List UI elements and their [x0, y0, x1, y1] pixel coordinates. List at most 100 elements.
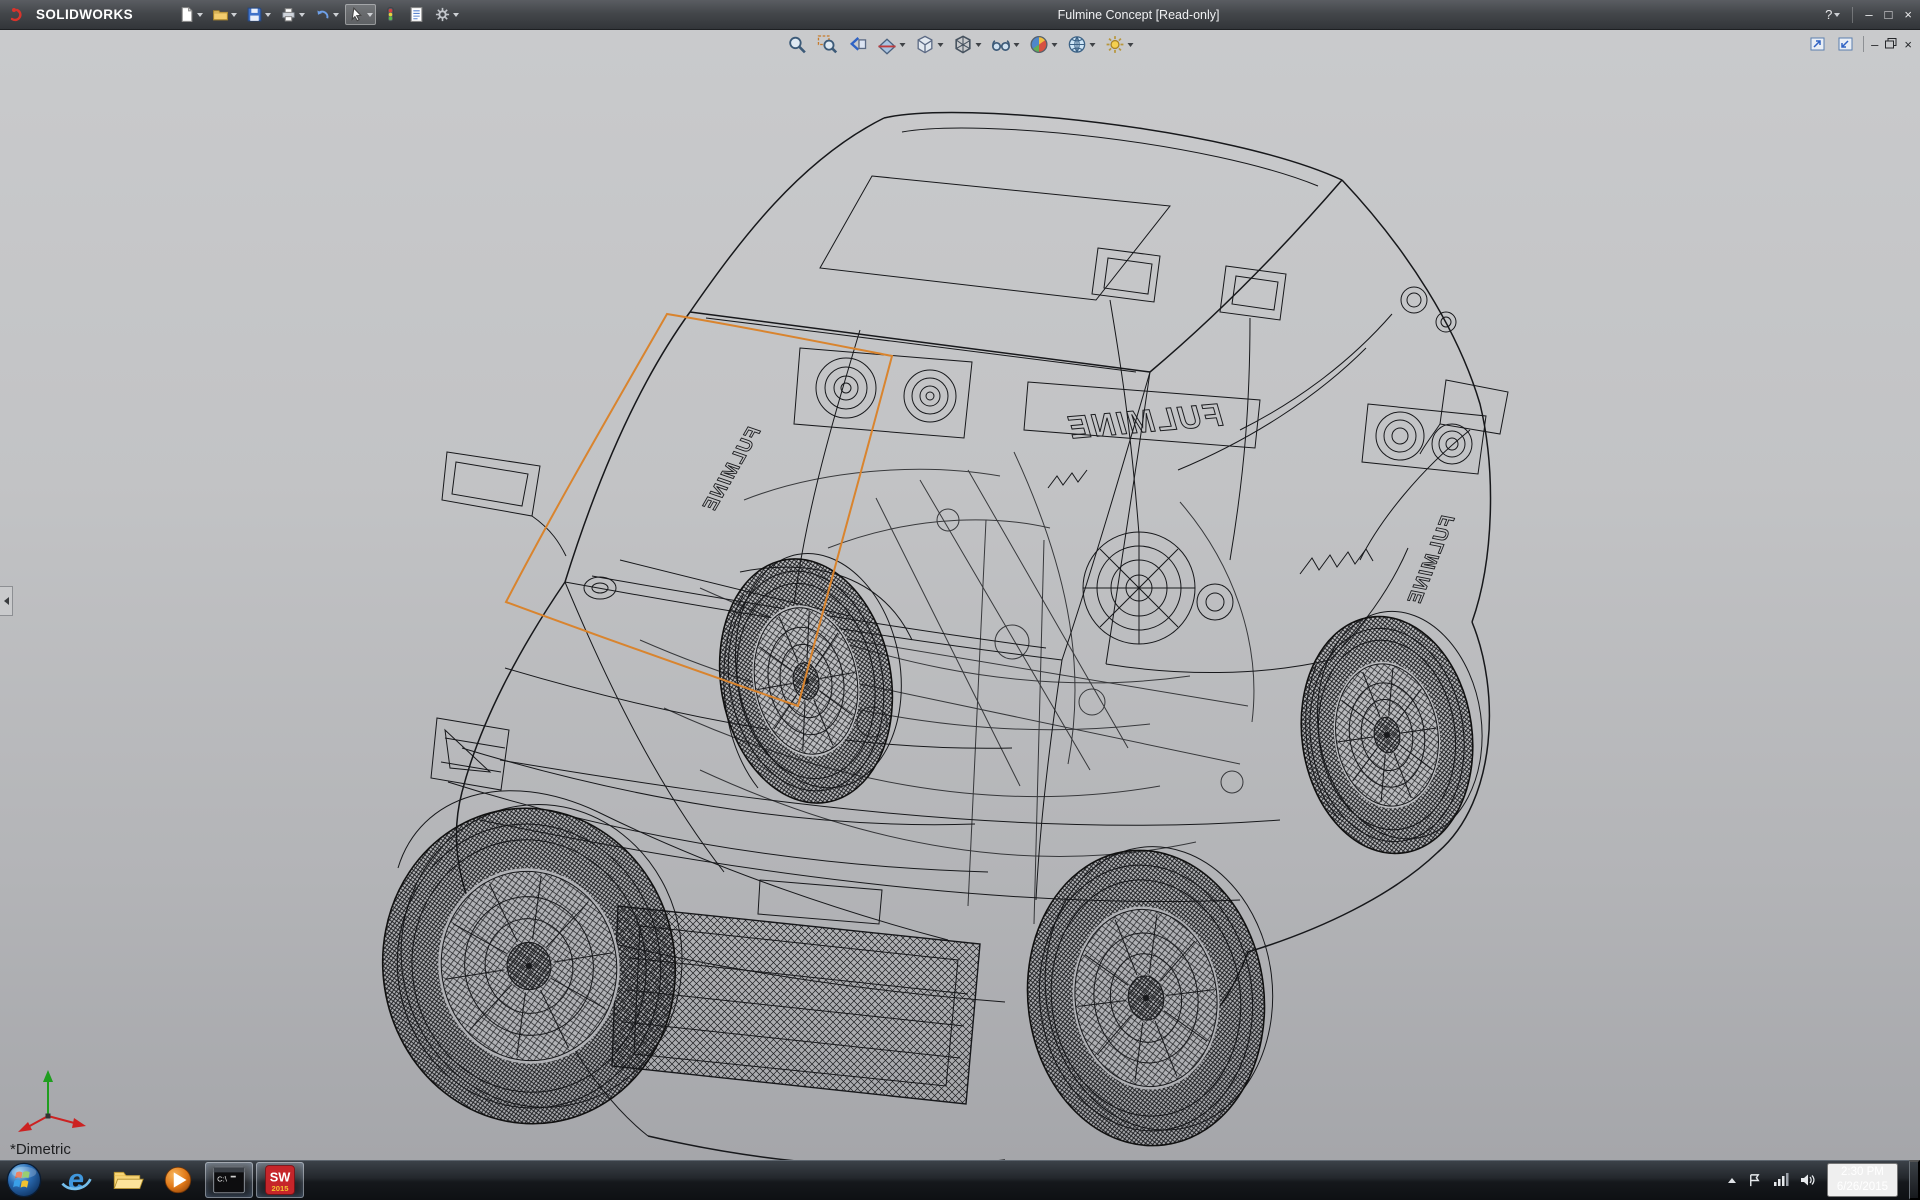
rebuild-icon — [382, 6, 399, 23]
solidworks-brand: SOLIDWORKS — [8, 5, 133, 25]
hidden-icons-button[interactable] — [1728, 1178, 1736, 1183]
dropdown-caret-icon[interactable] — [299, 13, 305, 17]
dropdown-caret-icon[interactable] — [1052, 43, 1058, 47]
view-settings-button[interactable] — [1102, 32, 1137, 57]
zoom-to-fit-icon — [787, 34, 808, 55]
internet-explorer-icon: e — [58, 1162, 94, 1198]
file-properties-icon — [408, 6, 425, 23]
maximize-button[interactable]: □ — [1885, 8, 1893, 21]
taskbar-app-file-explorer[interactable] — [103, 1162, 151, 1198]
dropdown-caret-icon[interactable] — [197, 13, 203, 17]
close-button[interactable]: × — [1904, 8, 1912, 21]
wheel-wireframe — [1286, 601, 1498, 865]
view-orientation-button[interactable] — [912, 32, 947, 57]
model-badge-front: FULMINE — [1066, 396, 1225, 445]
command-prompt-icon: C:\ — [212, 1164, 246, 1196]
display-style-button[interactable] — [950, 32, 985, 57]
dropdown-caret-icon[interactable] — [265, 13, 271, 17]
apply-scene-button[interactable] — [1064, 32, 1099, 57]
view-orientation-label: *Dimetric — [10, 1141, 71, 1158]
solidworks-app-icon: SW 2015 — [263, 1163, 297, 1197]
taskbar-app-solidworks[interactable]: SW 2015 — [256, 1162, 304, 1198]
model-badge-right-sill: FULMINE — [1404, 512, 1459, 608]
zoom-to-fit-button[interactable] — [784, 32, 811, 57]
network-button[interactable] — [1773, 1173, 1789, 1187]
taskbar-clock[interactable]: 2:30 PM 6/26/2015 — [1827, 1163, 1898, 1197]
options-button[interactable] — [431, 4, 462, 25]
wireframe-svg: FULMINE FULMINE FULMINE — [0, 30, 1920, 1160]
document-window-controls: – × — [1807, 35, 1912, 53]
dropdown-caret-icon[interactable] — [1128, 43, 1134, 47]
svg-text:e: e — [68, 1164, 84, 1196]
dropdown-caret-icon[interactable] — [231, 13, 237, 17]
save-button[interactable] — [243, 4, 274, 25]
svg-text:SW: SW — [270, 1170, 292, 1185]
flag-icon — [1747, 1173, 1762, 1188]
window-arrow-icon — [1810, 37, 1825, 51]
dropdown-caret-icon[interactable] — [367, 13, 373, 17]
doc-close-button[interactable]: × — [1904, 38, 1912, 51]
volume-button[interactable] — [1800, 1173, 1816, 1187]
undo-button[interactable] — [311, 4, 342, 25]
dropdown-caret-icon[interactable] — [1014, 43, 1020, 47]
taskbar-app-command-prompt[interactable]: C:\ — [205, 1162, 253, 1198]
doc-restore-down-button[interactable] — [1835, 35, 1856, 53]
hide-show-items-button[interactable] — [988, 32, 1023, 57]
media-player-icon — [161, 1163, 195, 1197]
network-icon — [1773, 1173, 1789, 1187]
undo-icon — [314, 6, 331, 23]
restore-icon — [1885, 38, 1897, 49]
view-settings-icon — [1105, 34, 1126, 55]
featuremanager-collapse-tab[interactable] — [0, 586, 13, 616]
dropdown-caret-icon[interactable] — [333, 13, 339, 17]
open-icon — [212, 6, 229, 23]
volume-icon — [1800, 1173, 1816, 1187]
section-view-icon — [877, 34, 898, 55]
graphics-viewport[interactable]: FULMINE FULMINE FULMINE — [0, 30, 1920, 1160]
svg-text:FULMINE: FULMINE — [1404, 512, 1459, 608]
file-properties-button[interactable] — [405, 4, 428, 25]
solidworks-window: SOLIDWORKS Fulmine Concept [Read-only] ?… — [0, 0, 1920, 1200]
section-view-button[interactable] — [874, 32, 909, 57]
open-button[interactable] — [209, 4, 240, 25]
doc-minimize-button[interactable]: – — [1871, 38, 1878, 51]
window-controls: ? – □ × — [1825, 7, 1912, 23]
model-badge-left-sill: FULMINE — [699, 423, 765, 516]
previous-view-button[interactable] — [844, 32, 871, 57]
start-button[interactable] — [4, 1160, 44, 1200]
select-button[interactable] — [345, 4, 376, 25]
clock-date: 6/26/2015 — [1837, 1180, 1888, 1195]
previous-view-icon — [847, 34, 868, 55]
print-button[interactable] — [277, 4, 308, 25]
dropdown-caret-icon[interactable] — [900, 43, 906, 47]
rebuild-button[interactable] — [379, 4, 402, 25]
brand-name: SOLIDWORKS — [36, 7, 133, 22]
show-desktop-button[interactable] — [1909, 1160, 1920, 1200]
zoom-to-area-button[interactable] — [814, 32, 841, 57]
3ds-logo-icon — [8, 5, 30, 25]
clock-time: 2:30 PM — [1837, 1165, 1888, 1180]
orientation-triad — [8, 1064, 92, 1140]
title-bar: SOLIDWORKS Fulmine Concept [Read-only] ?… — [0, 0, 1920, 30]
collapse-arrow-icon — [4, 597, 9, 605]
dropdown-caret-icon[interactable] — [976, 43, 982, 47]
dropdown-caret-icon[interactable] — [453, 13, 459, 17]
dropdown-caret-icon[interactable] — [1090, 43, 1096, 47]
action-center-button[interactable] — [1747, 1173, 1762, 1188]
minimize-button[interactable]: – — [1865, 8, 1872, 21]
dropdown-caret-icon[interactable] — [938, 43, 944, 47]
svg-text:FULMINE: FULMINE — [699, 423, 765, 516]
help-button[interactable]: ? — [1825, 8, 1840, 21]
taskbar-app-media-player[interactable] — [154, 1162, 202, 1198]
doc-restore-button[interactable] — [1885, 38, 1897, 51]
system-tray: 2:30 PM 6/26/2015 — [1728, 1160, 1920, 1200]
save-icon — [246, 6, 263, 23]
taskbar-app-internet-explorer[interactable]: e — [52, 1162, 100, 1198]
separator — [1863, 36, 1864, 52]
edit-appearance-button[interactable] — [1026, 32, 1061, 57]
new-document-button[interactable] — [175, 4, 206, 25]
display-style-icon — [953, 34, 974, 55]
doc-restore-up-button[interactable] — [1807, 35, 1828, 53]
new-document-icon — [178, 6, 195, 23]
chevron-up-icon — [1728, 1178, 1736, 1183]
